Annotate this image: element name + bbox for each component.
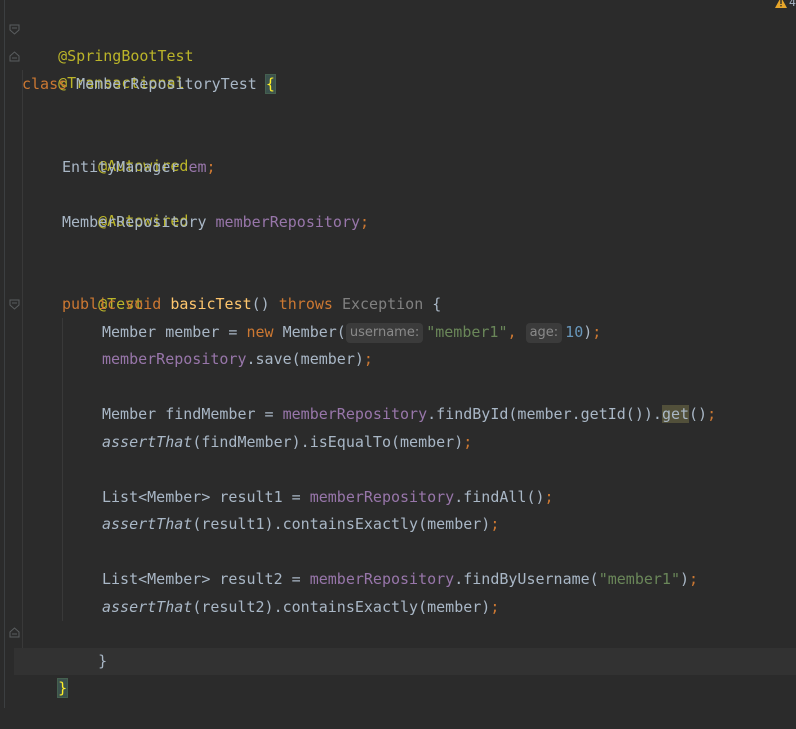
- matched-brace: }: [57, 678, 69, 698]
- code-text: Member member =: [102, 323, 247, 341]
- semicolon: ;: [544, 488, 554, 506]
- fold-marker-icon[interactable]: [9, 299, 20, 310]
- static-method: assertThat: [102, 598, 193, 616]
- code-line[interactable]: assertThat(result1).containsExactly(memb…: [102, 511, 499, 538]
- static-method: assertThat: [102, 515, 193, 533]
- code-line[interactable]: }: [62, 621, 107, 670]
- code-line[interactable]: List<Member> result1 = memberRepository.…: [102, 484, 554, 511]
- keyword: public: [62, 295, 117, 313]
- field-name: em: [188, 158, 207, 176]
- warning-icon: [775, 0, 787, 8]
- type-name: EntityManager: [62, 158, 189, 176]
- fold-marker-icon[interactable]: [9, 51, 20, 62]
- number-literal: 10: [565, 323, 584, 341]
- keyword: void: [125, 295, 162, 313]
- code-line[interactable]: MemberRepository memberRepository;: [62, 209, 369, 236]
- warning-count: 4: [789, 0, 796, 9]
- semicolon: ;: [463, 433, 473, 451]
- open-brace: {: [423, 295, 442, 313]
- code-editor[interactable]: 4 @SpringBootTest @Transactional class M…: [0, 0, 796, 708]
- code-text: .findByUsername(: [454, 570, 599, 588]
- inspection-warning-indicator[interactable]: 4: [775, 0, 796, 9]
- semicolon: ;: [363, 350, 373, 368]
- code-text: List<Member> result2 =: [102, 570, 310, 588]
- code-text: List<Member> result1 =: [102, 488, 310, 506]
- static-method: assertThat: [102, 433, 193, 451]
- params: (): [251, 295, 279, 313]
- code-line[interactable]: Member findMember = memberRepository.fin…: [102, 401, 716, 428]
- code-text: (result2).containsExactly(member): [192, 598, 491, 616]
- keyword: throws: [278, 295, 333, 313]
- semicolon: ;: [592, 323, 602, 341]
- highlighted-call: get: [661, 405, 690, 423]
- field-name: memberRepository: [309, 488, 455, 506]
- string-literal: "member1": [426, 323, 508, 341]
- code-text: .save(member): [246, 350, 364, 368]
- fold-marker-icon[interactable]: [9, 627, 20, 638]
- parameter-hint: username:: [345, 323, 424, 343]
- semicolon: ;: [490, 515, 500, 533]
- keyword: new: [246, 323, 274, 341]
- parameter-hint: age:: [525, 323, 563, 343]
- fold-marker-icon[interactable]: [9, 24, 20, 35]
- type-name: MemberRepository: [62, 213, 216, 231]
- current-line-highlight: [14, 648, 796, 675]
- string-literal: "member1": [598, 570, 680, 588]
- semicolon: ;: [490, 598, 500, 616]
- comma: ,: [507, 323, 517, 341]
- code-line[interactable]: assertThat(result2).containsExactly(memb…: [102, 594, 499, 621]
- code-text: .findAll(): [454, 488, 545, 506]
- semicolon: ;: [360, 213, 370, 231]
- matched-brace: {: [264, 74, 276, 94]
- gutter-divider: [4, 0, 5, 708]
- indent-guide: [62, 318, 63, 621]
- semicolon: ;: [707, 405, 717, 423]
- close-brace: }: [98, 652, 108, 670]
- field-name: memberRepository: [215, 213, 361, 231]
- code-line[interactable]: EntityManager em;: [62, 154, 216, 181]
- class-name: MemberRepositoryTest: [67, 75, 266, 93]
- method-name: basicTest: [170, 295, 252, 313]
- code-text: (result1).containsExactly(member): [192, 515, 491, 533]
- code-line[interactable]: @Autowired: [62, 126, 188, 175]
- keyword: class: [22, 75, 68, 93]
- field-name: memberRepository: [309, 570, 455, 588]
- code-line[interactable]: public void basicTest() throws Exception…: [62, 291, 441, 318]
- field-name: memberRepository: [102, 350, 247, 368]
- code-line[interactable]: @SpringBootTest: [22, 16, 193, 65]
- code-text: .findById(member.getId()).: [427, 405, 662, 423]
- code-line[interactable]: @Test: [62, 264, 143, 313]
- code-text: ): [583, 323, 593, 341]
- code-text: Member(: [273, 323, 346, 341]
- code-line[interactable]: memberRepository.save(member);: [102, 346, 373, 373]
- code-line[interactable]: class MemberRepositoryTest {: [22, 71, 276, 98]
- indent-guide: [22, 70, 23, 648]
- code-text: ): [680, 570, 690, 588]
- semicolon: ;: [689, 570, 699, 588]
- code-text: Member findMember =: [102, 405, 283, 423]
- code-line[interactable]: List<Member> result2 = memberRepository.…: [102, 566, 698, 593]
- semicolon: ;: [206, 158, 216, 176]
- code-text: (): [689, 405, 708, 423]
- code-text: (findMember).isEqualTo(member): [192, 433, 464, 451]
- code-line[interactable]: @Autowired: [62, 181, 188, 230]
- field-name: memberRepository: [282, 405, 428, 423]
- exception-type: Exception: [341, 295, 424, 313]
- code-line[interactable]: Member member = new Member(username: "mem…: [102, 319, 601, 346]
- code-line[interactable]: @Transactional: [22, 43, 184, 92]
- code-line[interactable]: assertThat(findMember).isEqualTo(member)…: [102, 429, 472, 456]
- code-line[interactable]: }: [22, 648, 69, 698]
